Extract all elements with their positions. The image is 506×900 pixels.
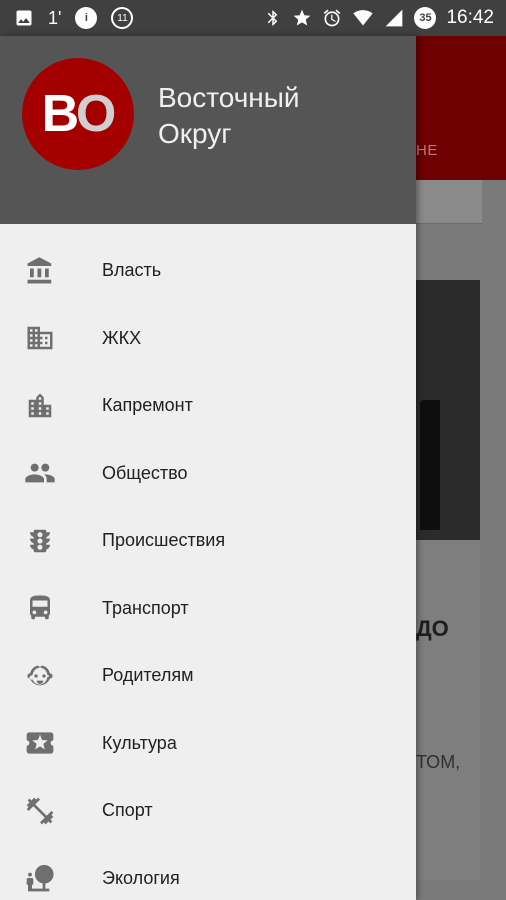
bus-icon <box>24 592 56 624</box>
menu-item-label: Экология <box>102 867 180 888</box>
battery-icon: 35 <box>414 7 437 29</box>
app-title: Восточный Округ <box>158 80 300 152</box>
government-icon <box>24 255 56 287</box>
drawer-header: ВО Восточный Округ <box>0 36 416 224</box>
ticket-star-icon <box>24 727 56 759</box>
cell-signal-icon <box>384 8 404 28</box>
background-image-figure <box>420 400 440 530</box>
menu-item-sport[interactable]: Спорт <box>0 777 416 844</box>
people-icon <box>24 457 56 489</box>
menu-item-label: Происшествия <box>102 530 226 550</box>
menu-item-transport[interactable]: Транспорт <box>0 575 416 642</box>
image-notification-icon <box>14 8 34 28</box>
navigation-drawer: ВО Восточный Округ Власть ЖКХ Капремонт <box>0 36 416 900</box>
building-icon <box>24 322 56 354</box>
city-icon <box>24 390 56 422</box>
menu-item-label: Транспорт <box>102 597 189 618</box>
menu-item-kapremont[interactable]: Капремонт <box>0 372 416 439</box>
menu-item-ekologiya[interactable]: Экология <box>0 845 416 900</box>
status-bar: 1' i 11 35 16:42 <box>0 0 506 36</box>
menu-item-label: Власть <box>102 260 162 280</box>
menu-item-label: Общество <box>102 462 188 483</box>
app-logo[interactable]: ВО <box>22 58 134 170</box>
menu-item-roditelyam[interactable]: Родителям <box>0 642 416 709</box>
signal-count: 1' <box>48 8 62 28</box>
app-title-line2: Округ <box>158 118 232 149</box>
background-card-heading: ДО <box>416 616 449 641</box>
logo-text: ВО <box>41 85 117 143</box>
child-face-icon <box>24 660 56 692</box>
menu-item-zhkh[interactable]: ЖКХ <box>0 305 416 372</box>
menu-item-obshchestvo[interactable]: Общество <box>0 440 416 507</box>
menu-item-label: ЖКХ <box>102 327 142 348</box>
wifi-icon <box>352 8 374 28</box>
menu-item-label: Культура <box>102 732 177 753</box>
badge-notification-icon: 11 <box>111 7 134 29</box>
nature-people-icon <box>24 862 56 894</box>
background-tab-label: НЕ <box>416 142 438 159</box>
menu-item-label: Родителям <box>102 665 194 685</box>
clock: 16:42 <box>446 7 494 28</box>
fitness-icon <box>24 795 56 827</box>
alarm-icon <box>322 8 342 28</box>
star-icon <box>292 8 312 28</box>
background-card-text: ТОМ, <box>416 752 461 772</box>
menu-item-vlast[interactable]: Власть <box>0 237 416 304</box>
bluetooth-icon <box>264 8 282 28</box>
background-card-top <box>416 180 482 224</box>
menu-item-label: Спорт <box>102 800 153 820</box>
menu-item-kultura[interactable]: Культура <box>0 710 416 777</box>
info-notification-icon: i <box>75 7 98 29</box>
menu-item-label: Капремонт <box>102 395 193 415</box>
traffic-light-icon <box>24 525 56 557</box>
menu-item-proisshestviya[interactable]: Происшествия <box>0 507 416 574</box>
app-title-line1: Восточный <box>158 82 300 113</box>
